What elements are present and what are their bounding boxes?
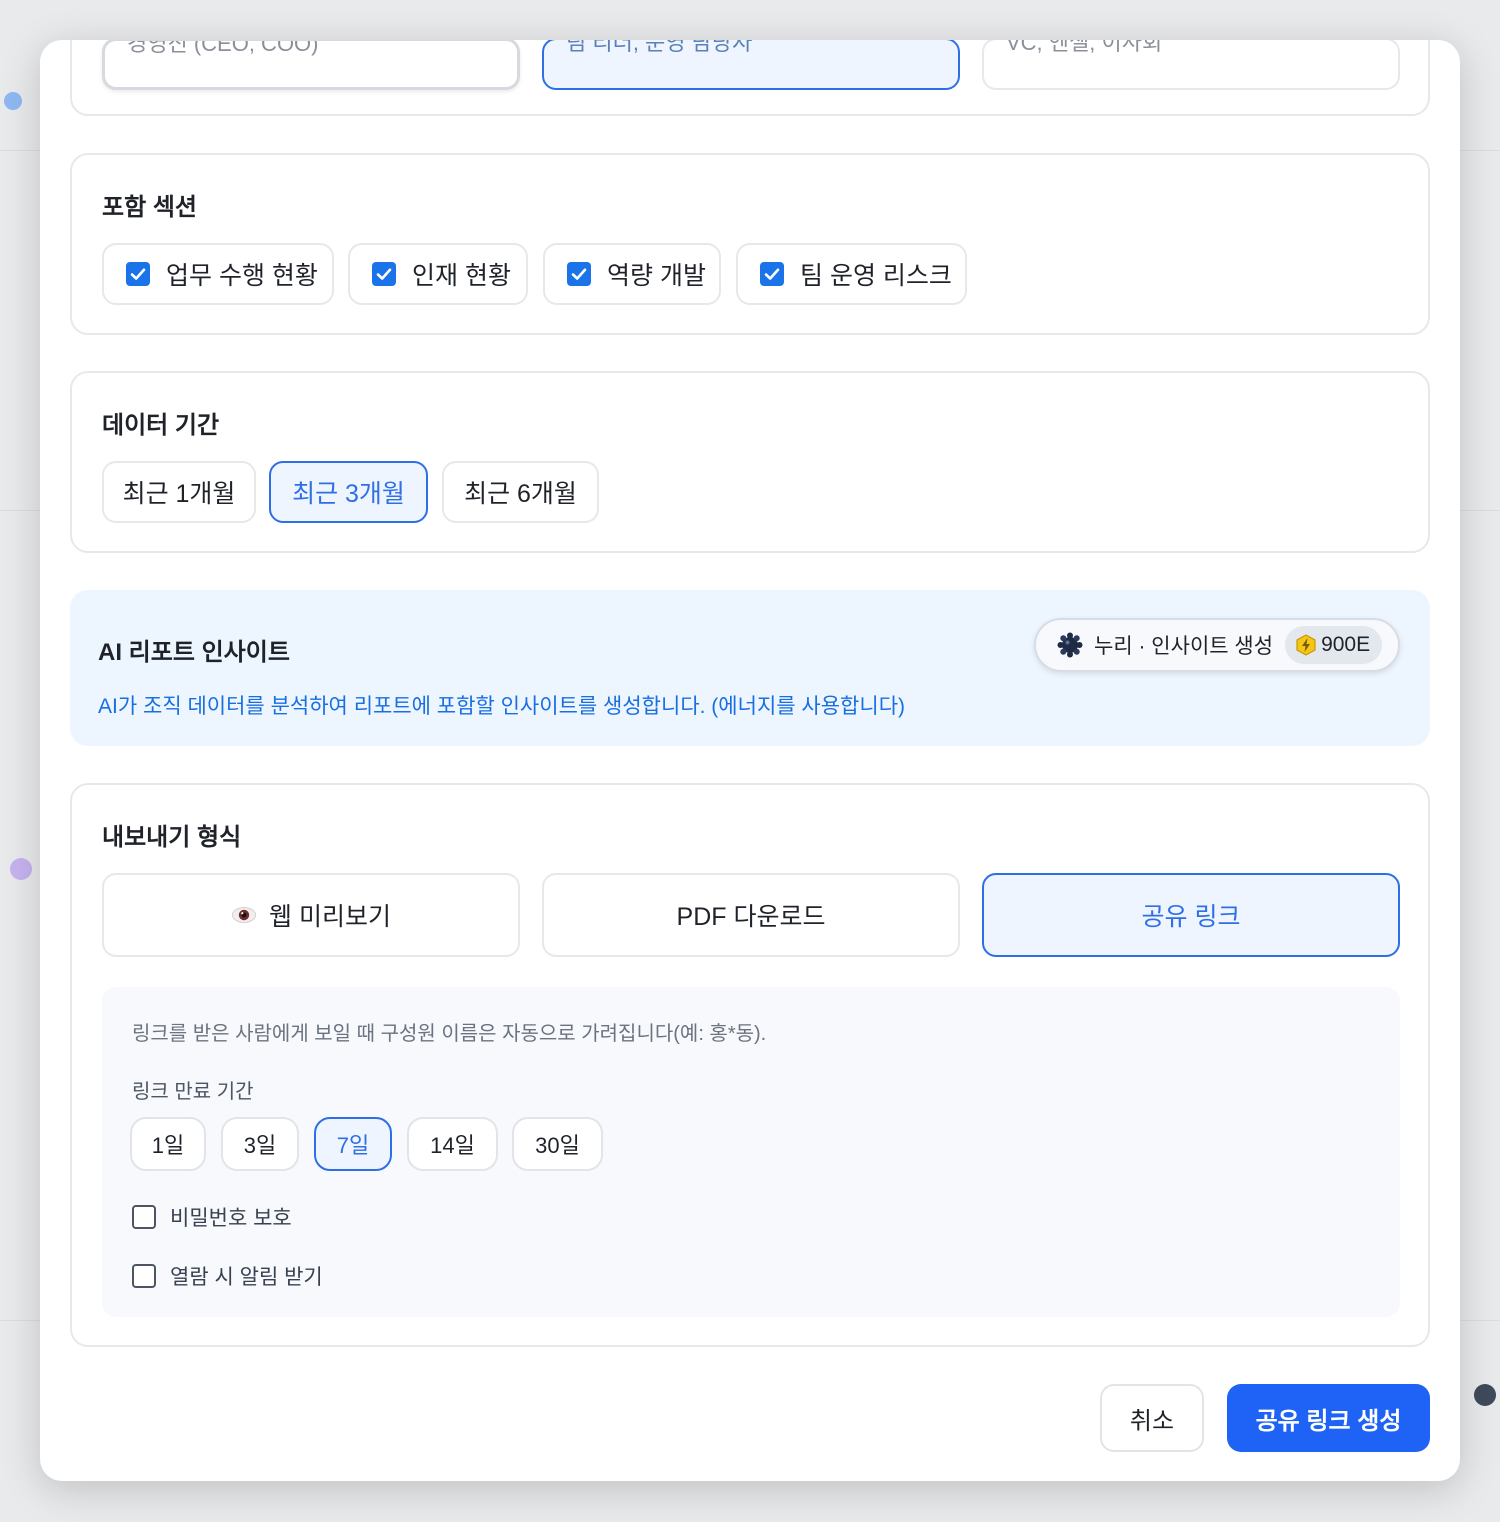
format-label: 웹 미리보기 <box>269 903 391 931</box>
period-option-6-months[interactable]: 최근 6개월 <box>442 461 599 523</box>
expiry-option-14-days[interactable]: 14일 <box>407 1117 498 1171</box>
backdrop-dot <box>4 92 22 110</box>
data-period-title: 데이터 기간 <box>102 412 220 439</box>
nuri-orb-icon <box>1057 632 1083 658</box>
energy-bolt-icon <box>1296 634 1316 656</box>
notify-on-view-checkbox[interactable] <box>132 1264 156 1288</box>
password-protect-checkbox[interactable] <box>132 1205 156 1229</box>
audience-option-label: VC, 엔젤, 이사회 <box>1006 40 1163 55</box>
section-checkbox-label: 팀 운영 리스크 <box>800 262 952 290</box>
period-option-3-months[interactable]: 최근 3개월 <box>269 461 428 523</box>
section-checkbox-label: 인재 현황 <box>412 262 511 290</box>
period-option-1-month[interactable]: 최근 1개월 <box>102 461 256 523</box>
expiry-option-30-days[interactable]: 30일 <box>512 1117 603 1171</box>
password-protect-option[interactable]: 비밀번호 보호 <box>132 1202 292 1232</box>
cancel-button[interactable]: 취소 <box>1100 1384 1204 1452</box>
checkbox-checked-icon <box>372 262 396 286</box>
audience-option-executives[interactable]: 경영진 (CEO, COO) <box>102 40 520 90</box>
audience-option-team-leaders[interactable]: 팀 리더, 운영 담당자 <box>542 40 960 90</box>
backdrop-dot <box>10 858 32 880</box>
anonymization-notice: 링크를 받은 사람에게 보일 때 구성원 이름은 자동으로 가려집니다(예: 홍… <box>132 1023 767 1045</box>
notify-on-view-label: 열람 시 알림 받기 <box>170 1266 323 1289</box>
export-format-card: 내보내기 형식 웹 미리보기 PDF 다운로드 공유 링크 링크를 받은 사람에… <box>70 783 1430 1347</box>
include-sections-title: 포함 섹션 <box>102 194 197 221</box>
format-label: PDF 다운로드 <box>676 903 826 931</box>
create-share-link-button[interactable]: 공유 링크 생성 <box>1227 1384 1430 1452</box>
checkbox-checked-icon <box>760 262 784 286</box>
data-period-card: 데이터 기간 최근 1개월 최근 3개월 최근 6개월 <box>70 371 1430 553</box>
expiry-option-1-day[interactable]: 1일 <box>130 1117 206 1171</box>
audience-option-label: 경영진 (CEO, COO) <box>127 40 319 56</box>
energy-cost-badge: 900E <box>1285 626 1383 664</box>
format-label: 공유 링크 <box>1141 903 1241 931</box>
checkbox-checked-icon <box>567 262 591 286</box>
ai-insight-title: AI 리포트 인사이트 <box>98 639 290 666</box>
password-protect-label: 비밀번호 보호 <box>170 1207 292 1230</box>
eye-icon <box>232 907 257 923</box>
section-checkbox-label: 업무 수행 현황 <box>166 262 318 290</box>
section-checkbox-team-risk[interactable]: 팀 운영 리스크 <box>736 243 967 305</box>
generate-insight-label: 누리 · 인사이트 생성 <box>1094 635 1274 658</box>
energy-cost-value: 900E <box>1321 633 1371 656</box>
audience-option-label: 팀 리더, 운영 담당자 <box>566 40 753 55</box>
ai-insight-panel: AI 리포트 인사이트 AI가 조직 데이터를 분석하여 리포트에 포함할 인사… <box>70 590 1430 746</box>
expiry-option-3-days[interactable]: 3일 <box>221 1117 299 1171</box>
section-checkbox-skill-development[interactable]: 역량 개발 <box>543 243 721 305</box>
section-checkbox-work-performance[interactable]: 업무 수행 현황 <box>102 243 334 305</box>
ai-insight-description: AI가 조직 데이터를 분석하여 리포트에 포함할 인사이트를 생성합니다. (… <box>98 695 906 718</box>
section-checkbox-talent[interactable]: 인재 현황 <box>348 243 528 305</box>
notify-on-view-option[interactable]: 열람 시 알림 받기 <box>132 1261 323 1291</box>
generate-insight-button[interactable]: 누리 · 인사이트 생성 900E <box>1034 618 1400 672</box>
link-expiry-label: 링크 만료 기간 <box>132 1081 254 1103</box>
share-link-options-panel: 링크를 받은 사람에게 보일 때 구성원 이름은 자동으로 가려집니다(예: 홍… <box>102 987 1400 1317</box>
export-report-modal: 경영진 (CEO, COO) 팀 리더, 운영 담당자 VC, 엔젤, 이사회 … <box>40 40 1460 1481</box>
section-checkbox-label: 역량 개발 <box>607 262 706 290</box>
backdrop-dot <box>1474 1384 1496 1406</box>
format-share-link-button[interactable]: 공유 링크 <box>982 873 1400 957</box>
checkbox-checked-icon <box>126 262 150 286</box>
format-pdf-download-button[interactable]: PDF 다운로드 <box>542 873 960 957</box>
audience-card: 경영진 (CEO, COO) 팀 리더, 운영 담당자 VC, 엔젤, 이사회 <box>70 40 1430 116</box>
include-sections-card: 포함 섹션 업무 수행 현황 인재 현황 역량 개발 팀 운영 리스크 <box>70 153 1430 335</box>
format-web-preview-button[interactable]: 웹 미리보기 <box>102 873 520 957</box>
expiry-option-7-days[interactable]: 7일 <box>314 1117 392 1171</box>
audience-option-investors[interactable]: VC, 엔젤, 이사회 <box>982 40 1400 90</box>
export-format-title: 내보내기 형식 <box>102 824 242 851</box>
